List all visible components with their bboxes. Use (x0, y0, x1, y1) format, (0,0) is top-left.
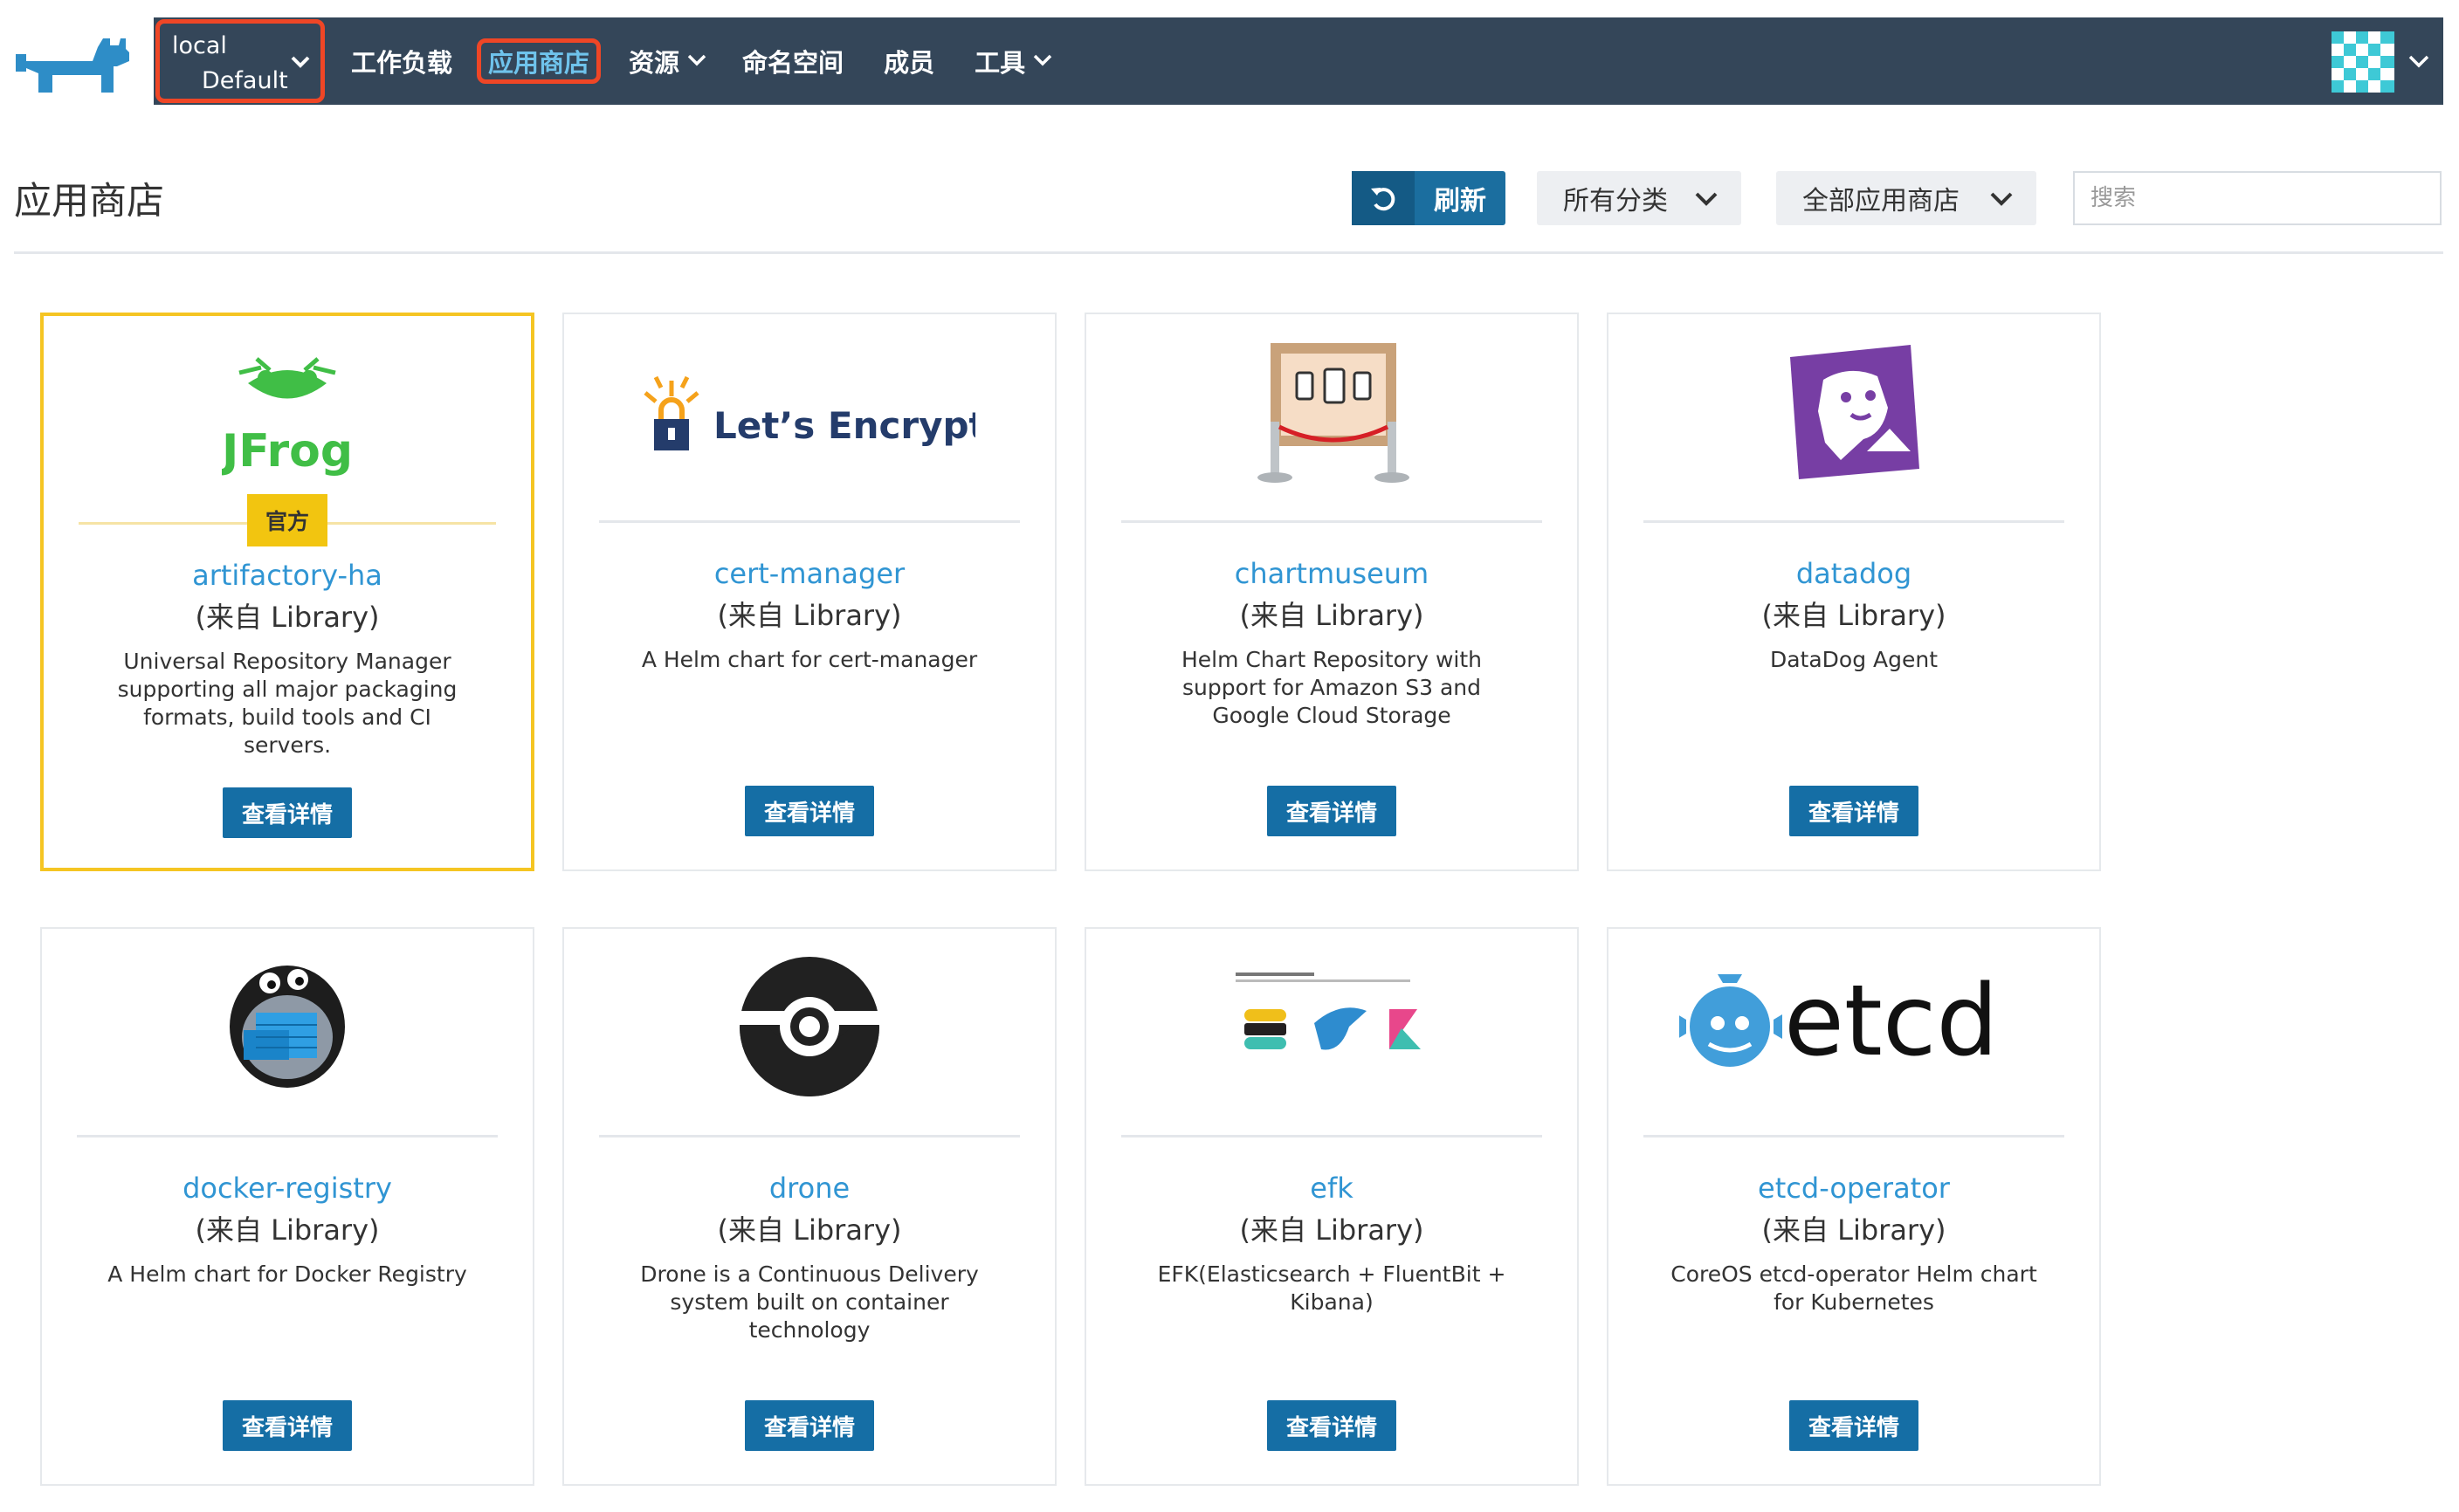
app-card-datadog[interactable]: datadog (来自 Library) DataDog Agent 查看详情 (1607, 313, 2101, 871)
app-name-link[interactable]: docker-registry (42, 1172, 533, 1205)
app-name-link[interactable]: artifactory-ha (44, 559, 531, 592)
etcd-logo-text: etcd (1784, 965, 1999, 1078)
app-source: (来自 Library) (1761, 599, 1946, 632)
efk-logo (1086, 948, 1577, 1105)
nav-item-namespaces[interactable]: 命名空间 (742, 17, 844, 105)
nav-item-members[interactable]: 成员 (884, 17, 934, 105)
search-input[interactable] (2073, 171, 2442, 225)
app-source: (来自 Library) (1761, 1213, 1946, 1247)
user-avatar[interactable] (2332, 31, 2394, 93)
app-card-drone[interactable]: drone (来自 Library) Drone is a Continuous… (562, 927, 1057, 1486)
view-details-button[interactable]: 查看详情 (1789, 786, 1918, 836)
app-description: EFK(Elasticsearch + FluentBit + Kibana) (1157, 1261, 1506, 1315)
app-source: (来自 Library) (195, 1213, 380, 1247)
chevron-down-icon (1989, 187, 2014, 217)
app-card-artifactory-ha[interactable]: JFrog 官方 artifactory-ha (来自 Library) Uni… (40, 313, 534, 871)
view-details-button[interactable]: 查看详情 (1267, 786, 1396, 836)
app-description: Drone is a Continuous Delivery system bu… (640, 1261, 979, 1343)
app-card-chartmuseum[interactable]: chartmuseum (来自 Library) Helm Chart Repo… (1085, 313, 1579, 871)
app-name-link[interactable]: cert-manager (564, 557, 1055, 590)
app-source: (来自 Library) (1239, 599, 1424, 632)
nav-item-label: 命名空间 (742, 48, 844, 78)
nav-item-apps[interactable]: 应用商店 (477, 17, 602, 105)
nav-item-label: 工具 (975, 48, 1026, 78)
refresh-button[interactable]: 刷新 (1352, 171, 1505, 225)
cluster-project-switcher[interactable]: local Default (155, 19, 325, 103)
app-name-link[interactable]: drone (564, 1172, 1055, 1205)
app-card-efk[interactable]: efk (来自 Library) EFK(Elasticsearch + Flu… (1085, 927, 1579, 1486)
app-description: A Helm chart for Docker Registry (107, 1261, 467, 1287)
catalog-select-value: 全部应用商店 (1802, 186, 1960, 216)
app-source: (来自 Library) (195, 601, 380, 634)
app-description: DataDog Agent (1769, 647, 1939, 672)
page-title: 应用商店 (14, 180, 164, 223)
chartmuseum-logo (1086, 333, 1577, 491)
refresh-icon (1352, 171, 1415, 225)
nav-item-label-active: 应用商店 (477, 38, 602, 84)
category-select[interactable]: 所有分类 (1537, 171, 1741, 225)
nav-item-tools[interactable]: 工具 (975, 17, 1053, 105)
view-details-button[interactable]: 查看详情 (745, 786, 874, 836)
chevron-down-icon (686, 46, 707, 76)
drone-logo (564, 948, 1055, 1105)
nav-item-label: 资源 (629, 48, 680, 78)
refresh-label: 刷新 (1434, 187, 1486, 216)
cluster-name: local (172, 32, 227, 59)
chevron-down-icon (1694, 187, 1719, 217)
catalog-select[interactable]: 全部应用商店 (1776, 171, 2036, 225)
docker-registry-logo (42, 948, 533, 1105)
app-description: CoreOS etcd-operator Helm chart for Kube… (1670, 1261, 2037, 1315)
lets-encrypt-logo-text: Let’s Encrypt (713, 404, 975, 447)
app-name-link[interactable]: datadog (1608, 557, 2099, 590)
chevron-down-icon[interactable] (2407, 49, 2431, 77)
card-divider (599, 1135, 1020, 1137)
view-details-button[interactable]: 查看详情 (223, 787, 352, 838)
card-divider (77, 1135, 498, 1137)
app-card-docker-registry[interactable]: docker-registry (来自 Library) A Helm char… (40, 927, 534, 1486)
view-details-button[interactable]: 查看详情 (223, 1400, 352, 1451)
card-divider (1643, 1135, 2064, 1137)
nav-item-label: 成员 (884, 48, 935, 78)
app-source: (来自 Library) (1239, 1213, 1424, 1247)
chevron-down-icon (1032, 46, 1053, 76)
app-description: Helm Chart Repository with support for A… (1181, 647, 1482, 728)
nav-item-resources[interactable]: 资源 (629, 17, 707, 105)
app-source: (来自 Library) (717, 599, 902, 632)
app-card-etcd-operator[interactable]: etcd etcd-operator (来自 Library) CoreOS e… (1607, 927, 2101, 1486)
app-name-link[interactable]: etcd-operator (1608, 1172, 2099, 1205)
view-details-button[interactable]: 查看详情 (1789, 1400, 1918, 1451)
card-divider (1121, 520, 1542, 523)
card-divider (1121, 1135, 1542, 1137)
app-name-link[interactable]: efk (1086, 1172, 1577, 1205)
view-details-button[interactable]: 查看详情 (745, 1400, 874, 1451)
project-name: Default (202, 67, 288, 94)
app-description: A Helm chart for cert-manager (641, 647, 978, 672)
official-badge: 官方 (247, 494, 327, 546)
app-name-link[interactable]: chartmuseum (1086, 557, 1577, 590)
chevron-down-icon (289, 50, 312, 76)
nav-item-workloads[interactable]: 工作负载 (351, 17, 452, 105)
rancher-logo[interactable] (12, 30, 133, 100)
jfrog-logo-text: JFrog (222, 425, 353, 478)
card-divider (599, 520, 1020, 523)
lets-encrypt-logo: Let’s Encrypt (564, 333, 1055, 491)
category-select-value: 所有分类 (1563, 186, 1668, 216)
datadog-logo (1608, 333, 2099, 491)
app-source: (来自 Library) (717, 1213, 902, 1247)
app-description: Universal Repository Manager supporting … (117, 649, 458, 758)
nav-item-label: 工作负载 (351, 48, 453, 78)
top-navbar: local Default 工作负载 应用商店 资源 命名空间 成员 工具 (154, 17, 2443, 105)
card-divider (1643, 520, 2064, 523)
view-details-button[interactable]: 查看详情 (1267, 1400, 1396, 1451)
etcd-logo: etcd (1608, 948, 2099, 1105)
app-card-cert-manager[interactable]: Let’s Encrypt cert-manager (来自 Library) … (562, 313, 1057, 871)
jfrog-logo: JFrog (44, 335, 531, 492)
header-divider (14, 251, 2443, 254)
